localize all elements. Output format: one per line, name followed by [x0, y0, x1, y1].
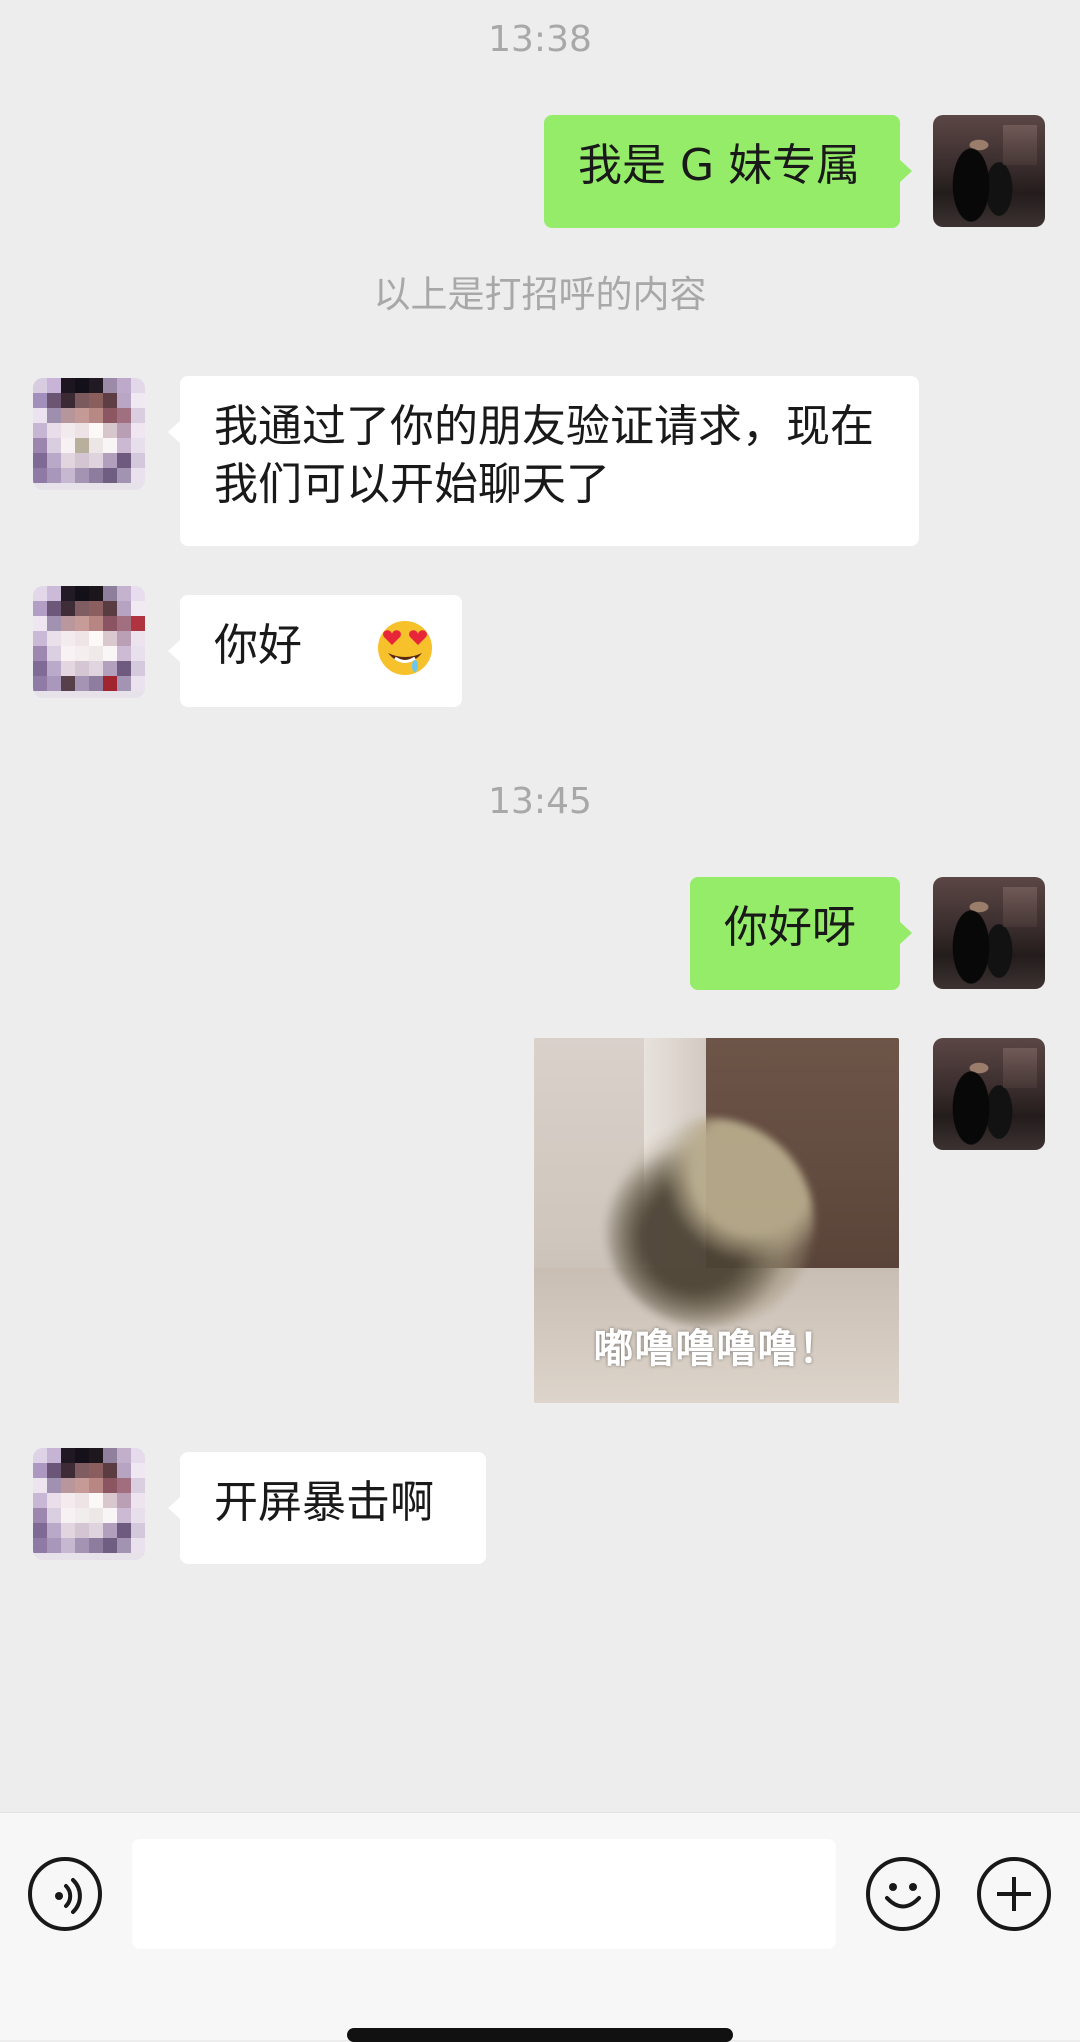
- message-text: 你好呀: [724, 902, 856, 953]
- my-avatar[interactable]: [933, 1038, 1045, 1150]
- voice-input-icon[interactable]: [28, 1857, 102, 1931]
- heart-eyes-emoji-icon: [378, 621, 432, 675]
- friend-avatar[interactable]: [33, 586, 145, 698]
- friend-avatar[interactable]: [33, 1448, 145, 1560]
- my-avatar[interactable]: [933, 877, 1045, 989]
- smiley-icon[interactable]: [866, 1857, 940, 1931]
- message-bubble-received[interactable]: 开屏暴击啊: [168, 1452, 486, 1564]
- my-avatar[interactable]: [933, 115, 1045, 227]
- sticker-message[interactable]: 嘟噜噜噜噜！: [534, 1038, 899, 1403]
- greeting-note: 以上是打招呼的内容: [373, 273, 707, 316]
- message-text: 你好: [214, 620, 302, 671]
- message-text: 开屏暴击啊: [214, 1477, 434, 1528]
- cat-sticker-image: [604, 1118, 814, 1328]
- plus-circle-icon[interactable]: [977, 1857, 1051, 1931]
- sticker-caption: 嘟噜噜噜噜！: [593, 1326, 840, 1372]
- message-bubble-received[interactable]: 我通过了你的朋友验证请求，现在我们可以开始聊天了: [168, 376, 919, 546]
- friend-avatar[interactable]: [33, 378, 145, 490]
- message-bubble-sent[interactable]: 你好呀: [690, 877, 912, 990]
- message-text: 我通过了你的朋友验证请求，现在我们可以开始聊天了: [214, 401, 874, 510]
- message-text: 我是 G 妹专属: [578, 140, 861, 191]
- chat-history[interactable]: 13:38 我是 G 妹专属 以上是打招呼的内容 我通过了你的朋友验证请求，现在…: [0, 0, 1080, 1812]
- message-bubble-received[interactable]: 你好: [168, 595, 462, 707]
- message-input[interactable]: [132, 1839, 836, 1949]
- timestamp: 13:45: [488, 781, 592, 822]
- timestamp: 13:38: [488, 19, 592, 60]
- home-indicator: [347, 2028, 733, 2042]
- message-bubble-sent[interactable]: 我是 G 妹专属: [544, 115, 912, 228]
